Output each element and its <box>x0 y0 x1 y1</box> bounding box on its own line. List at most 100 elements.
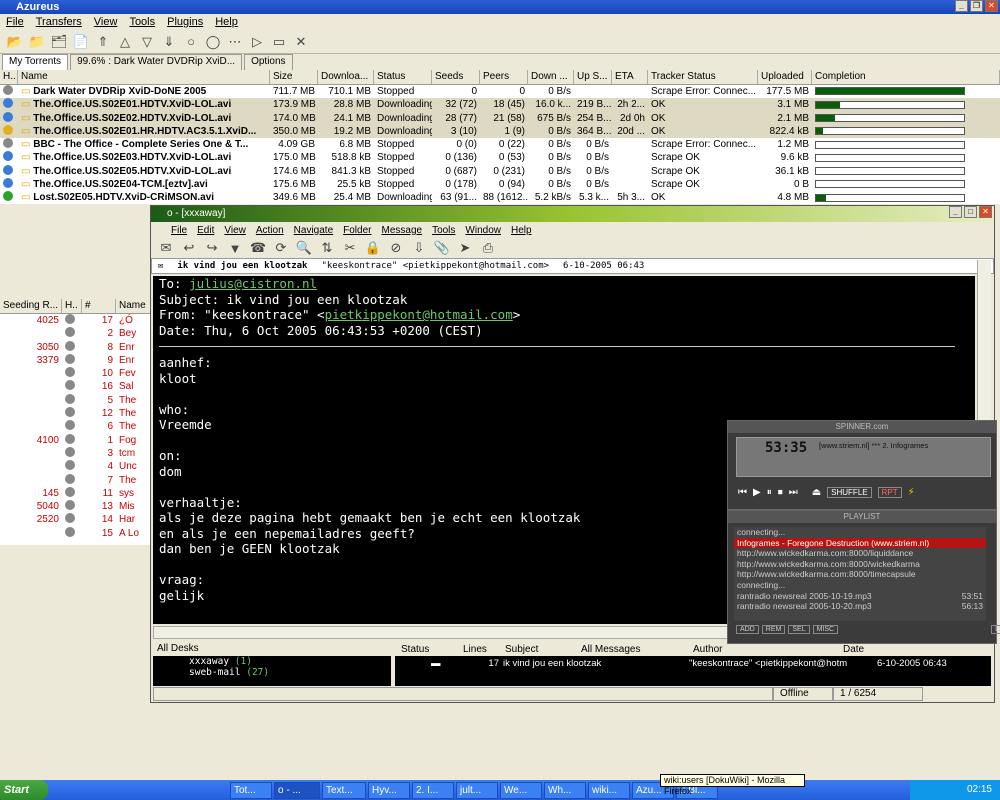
torrent-row[interactable]: ▭ The.Office.US.S02E04-TCM.[eztv].avi 175… <box>0 178 1000 191</box>
prev-icon[interactable]: ⏮ <box>738 487 747 498</box>
mail-menu-message[interactable]: Message <box>381 225 422 236</box>
block-icon[interactable]: ⊘ <box>387 239 405 257</box>
top-icon[interactable]: ⇑ <box>94 33 112 51</box>
seed-row[interactable]: 7 The <box>0 473 152 487</box>
lock-icon[interactable]: 🔒 <box>364 239 382 257</box>
reply-icon[interactable]: ↩ <box>180 239 198 257</box>
host-icon[interactable]: ⋯ <box>226 33 244 51</box>
sort-icon[interactable]: ⇅ <box>318 239 336 257</box>
desk-item[interactable]: sweb-mail (27) <box>153 667 391 678</box>
pause-icon[interactable]: ⏸ <box>767 487 772 498</box>
mail-menu-file[interactable]: File <box>171 225 187 236</box>
col-date[interactable]: Date <box>843 644 903 655</box>
tab-options[interactable]: Options <box>244 54 293 70</box>
taskbar-task[interactable]: Wh... <box>544 781 586 799</box>
send-icon[interactable]: ➤ <box>456 239 474 257</box>
taskbar-task[interactable]: wiki... <box>588 781 630 799</box>
seed-row[interactable]: 4100 1 Fog <box>0 433 152 447</box>
menu-file[interactable]: File <box>6 16 24 28</box>
address-book-icon[interactable]: ☎ <box>249 239 267 257</box>
col-status[interactable]: Status <box>374 70 432 84</box>
col-eta[interactable]: ETA <box>612 70 648 84</box>
col-lines[interactable]: Lines <box>445 644 505 655</box>
list-button[interactable]: LIST <box>991 625 1000 634</box>
col-number[interactable]: # <box>82 299 116 313</box>
seed-row[interactable]: 10 Fev <box>0 367 152 380</box>
col-subject[interactable]: Subject <box>505 644 563 655</box>
stop-icon[interactable]: ⏹ <box>778 487 783 498</box>
col-up-speed[interactable]: Up S... <box>574 70 612 84</box>
mail-menu-window[interactable]: Window <box>465 225 501 236</box>
taskbar-task[interactable]: Hyv... <box>368 781 410 799</box>
seed-row[interactable]: 2520 14 Har <box>0 513 152 526</box>
col-uploaded[interactable]: Uploaded <box>758 70 812 84</box>
playlist-item[interactable]: http://www.wickedkarma.com:8000/liquidda… <box>734 548 986 559</box>
message-row[interactable]: ▬ 17 ik vind jou een klootzak "keeskontr… <box>395 656 991 670</box>
col-completion[interactable]: Completion <box>812 70 1000 84</box>
torrent-row[interactable]: ▭ The.Office.US.S02E03.HDTV.XviD-LOL.avi… <box>0 151 1000 164</box>
misc-button[interactable]: MISC <box>812 625 839 634</box>
col-author[interactable]: Author <box>693 644 843 655</box>
playlist-item[interactable]: http://www.wickedkarma.com:8000/timecaps… <box>734 569 986 580</box>
seed-row[interactable]: 4025 17 ¿Ó <box>0 314 152 327</box>
tab-my-torrents[interactable]: My Torrents <box>2 54 69 70</box>
minimize-icon[interactable]: _ <box>955 0 968 12</box>
seed-row[interactable]: 2 Bey <box>0 327 152 340</box>
col-downloaded[interactable]: Downloa... <box>318 70 374 84</box>
mail-menu-help[interactable]: Help <box>511 225 532 236</box>
menu-tools[interactable]: Tools <box>129 16 155 28</box>
taskbar-task[interactable]: 2. I... <box>412 781 454 799</box>
col-health[interactable]: H.. <box>62 299 82 313</box>
col-all-messages[interactable]: All Messages <box>563 644 693 655</box>
seed-row[interactable]: 4 Unc <box>0 460 152 473</box>
col-name[interactable]: Name <box>116 299 152 313</box>
add-button[interactable]: ADD <box>736 625 759 634</box>
playlist-item[interactable]: http://www.wickedkarma.com:8000/wickedka… <box>734 559 986 570</box>
to-email-link[interactable]: julius@cistron.nl <box>189 276 317 291</box>
restore-icon[interactable]: ❐ <box>970 0 983 12</box>
seed-row[interactable]: 5040 13 Mis <box>0 500 152 513</box>
playlist-item[interactable]: Infogrames - Foregone Destruction (www.s… <box>734 537 986 549</box>
torrent-row[interactable]: ▭ Dark Water DVDRip XviD-DoNE 2005 711.7 … <box>0 85 1000 98</box>
col-size[interactable]: Size <box>270 70 318 84</box>
torrent-row[interactable]: ▭ The.Office.US.S02E05.HDTV.XviD-LOL.avi… <box>0 164 1000 178</box>
col-peers[interactable]: Peers <box>480 70 528 84</box>
menu-view[interactable]: View <box>94 16 118 28</box>
play-icon[interactable]: ▷ <box>248 33 266 51</box>
close-icon[interactable]: ✕ <box>985 0 998 12</box>
repeat-button[interactable]: RPT <box>877 487 902 498</box>
stop-icon[interactable]: ▭ <box>270 33 288 51</box>
torrent-row[interactable]: ▭ BBC - The Office - Complete Series One… <box>0 138 1000 151</box>
bottom-icon[interactable]: ⇓ <box>160 33 178 51</box>
menu-transfers[interactable]: Transfers <box>36 16 82 28</box>
search-icon[interactable]: 🔍 <box>295 239 313 257</box>
seed-row[interactable]: 5 The <box>0 393 152 407</box>
torrent-row[interactable]: ▭ The.Office.US.S02E01.HR.HDTV.AC3.5.1.X… <box>0 124 1000 139</box>
filter-icon[interactable]: ▼ <box>226 239 244 257</box>
seed-row[interactable]: 3379 9 Enr <box>0 353 152 367</box>
shuffle-button[interactable]: SHUFFLE <box>827 487 872 498</box>
seed-row[interactable]: 16 Sal <box>0 380 152 393</box>
taskbar-task[interactable]: jult... <box>456 781 498 799</box>
start-button[interactable]: Start <box>0 780 48 800</box>
cut-icon[interactable]: ✂ <box>341 239 359 257</box>
col-tracker-status[interactable]: Tracker Status <box>648 70 758 84</box>
forward-icon[interactable]: ↪ <box>203 239 221 257</box>
menu-plugins[interactable]: Plugins <box>167 16 203 28</box>
mail-menu-navigate[interactable]: Navigate <box>294 225 333 236</box>
eject-icon[interactable]: ⏏ <box>812 487 821 498</box>
taskbar-task[interactable]: Tot... <box>230 781 272 799</box>
rem-button[interactable]: REM <box>761 625 786 634</box>
seed-row[interactable]: 15 A Lo <box>0 526 152 540</box>
mail-close-icon[interactable]: ✕ <box>979 206 992 218</box>
playlist-item[interactable]: connecting... <box>734 580 986 591</box>
remove-icon[interactable]: ✕ <box>292 33 310 51</box>
seed-row[interactable]: 12 The <box>0 407 152 420</box>
open-folder-icon[interactable]: 🗂 <box>50 33 68 51</box>
up-icon[interactable]: △ <box>116 33 134 51</box>
attach-icon[interactable]: 📎 <box>433 239 451 257</box>
seed-row[interactable]: 3 tcm <box>0 446 152 460</box>
col-status[interactable]: Status <box>395 644 445 655</box>
playlist-item[interactable]: rantradio newsreal 2005-10-19.mp3 53:51 <box>734 591 986 602</box>
refresh-icon[interactable]: ⟳ <box>272 239 290 257</box>
